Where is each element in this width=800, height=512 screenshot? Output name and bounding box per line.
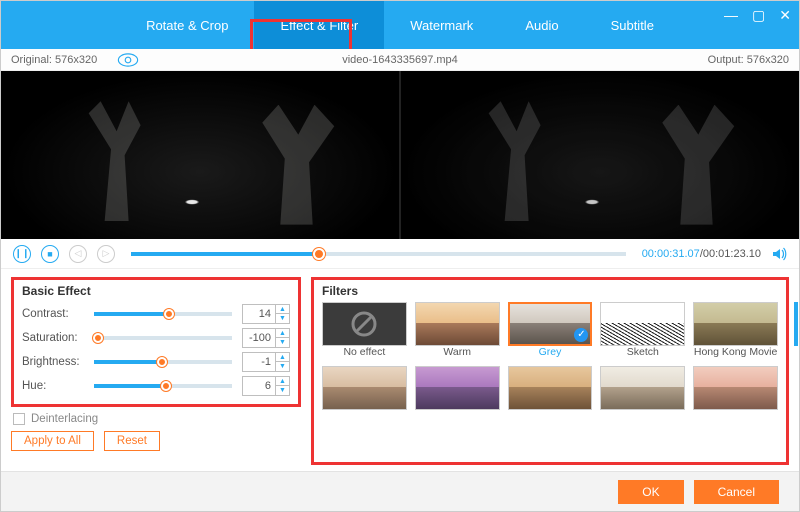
- spin-up-icon[interactable]: ▲: [276, 377, 289, 386]
- spin-up-icon[interactable]: ▲: [276, 305, 289, 314]
- saturation-input[interactable]: -100▲▼: [242, 328, 290, 348]
- time-current: 00:00:31.07: [642, 248, 700, 260]
- tab-rotate-crop[interactable]: Rotate & Crop: [120, 1, 254, 49]
- window-controls: — ▢ ✕: [724, 7, 791, 24]
- minimize-icon[interactable]: —: [724, 7, 738, 24]
- filters-title: Filters: [322, 284, 778, 298]
- filter-item-6[interactable]: [322, 366, 407, 424]
- deinterlacing-row[interactable]: Deinterlacing: [11, 413, 301, 425]
- filter-item-no-effect[interactable]: No effect: [322, 302, 407, 360]
- basic-buttons: Apply to All Reset: [11, 431, 301, 451]
- maximize-icon[interactable]: ▢: [752, 7, 765, 24]
- hue-input[interactable]: 6▲▼: [242, 376, 290, 396]
- playback-bar: ❙❙ ■ ◁ ▷ 00:00:31.07/00:01:23.10: [1, 239, 799, 269]
- preview-original: [1, 71, 399, 239]
- filter-item-10[interactable]: [693, 366, 778, 424]
- app-window: Rotate & Crop Effect & Filter Watermark …: [0, 0, 800, 512]
- output-label: Output: 576x320: [708, 54, 789, 66]
- video-frame: [401, 71, 799, 239]
- time-display: 00:00:31.07/00:01:23.10: [642, 248, 761, 260]
- hue-row: Hue: 6▲▼: [22, 374, 290, 398]
- filter-item-8[interactable]: [508, 366, 593, 424]
- brightness-input[interactable]: -1▲▼: [242, 352, 290, 372]
- filter-item-warm[interactable]: Warm: [415, 302, 500, 360]
- deinterlacing-label: Deinterlacing: [31, 413, 98, 425]
- titlebar: Rotate & Crop Effect & Filter Watermark …: [1, 1, 799, 49]
- tab-subtitle[interactable]: Subtitle: [585, 1, 680, 49]
- filters-grid: No effect Warm ✓ Grey Sketch Hong Kong M…: [322, 302, 778, 424]
- reset-button[interactable]: Reset: [104, 431, 160, 451]
- brightness-slider[interactable]: [94, 360, 232, 364]
- saturation-slider[interactable]: [94, 336, 232, 340]
- info-bar: Original: 576x320 video-1643335697.mp4 O…: [1, 49, 799, 71]
- video-frame: [1, 71, 399, 239]
- timeline-progress: [131, 252, 319, 256]
- stop-button[interactable]: ■: [41, 245, 59, 263]
- basic-effect-box: Basic Effect Contrast: 14▲▼ Saturation: …: [11, 277, 301, 407]
- filter-item-sketch[interactable]: Sketch: [600, 302, 685, 360]
- contrast-row: Contrast: 14▲▼: [22, 302, 290, 326]
- hue-label: Hue:: [22, 380, 88, 392]
- volume-icon[interactable]: [771, 246, 787, 262]
- prev-frame-button: ◁: [69, 245, 87, 263]
- effects-panel: Basic Effect Contrast: 14▲▼ Saturation: …: [1, 269, 799, 471]
- filters-section: Filters No effect Warm ✓ Grey Sketch: [311, 277, 789, 465]
- spin-down-icon[interactable]: ▼: [276, 314, 289, 323]
- timeline[interactable]: [131, 252, 626, 256]
- brightness-label: Brightness:: [22, 356, 88, 368]
- spin-down-icon[interactable]: ▼: [276, 386, 289, 395]
- preview-output: [399, 71, 799, 239]
- filters-scrollbar[interactable]: [794, 302, 798, 346]
- basic-effect-title: Basic Effect: [22, 284, 290, 298]
- filter-item-7[interactable]: [415, 366, 500, 424]
- tab-watermark[interactable]: Watermark: [384, 1, 499, 49]
- contrast-label: Contrast:: [22, 308, 88, 320]
- apply-to-all-button[interactable]: Apply to All: [11, 431, 94, 451]
- filter-item-grey[interactable]: ✓ Grey: [508, 302, 593, 360]
- tab-effect-filter[interactable]: Effect & Filter: [254, 1, 384, 49]
- next-frame-button: ▷: [97, 245, 115, 263]
- preview-toggle-icon[interactable]: [117, 53, 139, 67]
- close-icon[interactable]: ✕: [779, 7, 791, 24]
- footer: OK Cancel: [1, 471, 799, 511]
- ok-button[interactable]: OK: [618, 480, 683, 504]
- tab-audio[interactable]: Audio: [499, 1, 584, 49]
- original-label: Original: 576x320: [11, 54, 97, 66]
- saturation-row: Saturation: -100▲▼: [22, 326, 290, 350]
- filename-label: video-1643335697.mp4: [342, 54, 458, 66]
- saturation-label: Saturation:: [22, 332, 88, 344]
- spin-up-icon[interactable]: ▲: [276, 329, 289, 338]
- spin-down-icon[interactable]: ▼: [276, 362, 289, 371]
- no-effect-icon: [350, 310, 378, 338]
- basic-effect-section: Basic Effect Contrast: 14▲▼ Saturation: …: [11, 277, 301, 465]
- pause-button[interactable]: ❙❙: [13, 245, 31, 263]
- spin-down-icon[interactable]: ▼: [276, 338, 289, 347]
- brightness-row: Brightness: -1▲▼: [22, 350, 290, 374]
- preview-area: [1, 71, 799, 239]
- contrast-input[interactable]: 14▲▼: [242, 304, 290, 324]
- contrast-slider[interactable]: [94, 312, 232, 316]
- hue-slider[interactable]: [94, 384, 232, 388]
- cancel-button[interactable]: Cancel: [694, 480, 779, 504]
- time-total: 00:01:23.10: [703, 248, 761, 260]
- tab-strip: Rotate & Crop Effect & Filter Watermark …: [120, 1, 680, 49]
- filter-item-hk-movie[interactable]: Hong Kong Movie: [693, 302, 778, 360]
- timeline-knob[interactable]: [313, 248, 325, 260]
- filter-item-9[interactable]: [600, 366, 685, 424]
- deinterlacing-checkbox[interactable]: [13, 413, 25, 425]
- spin-up-icon[interactable]: ▲: [276, 353, 289, 362]
